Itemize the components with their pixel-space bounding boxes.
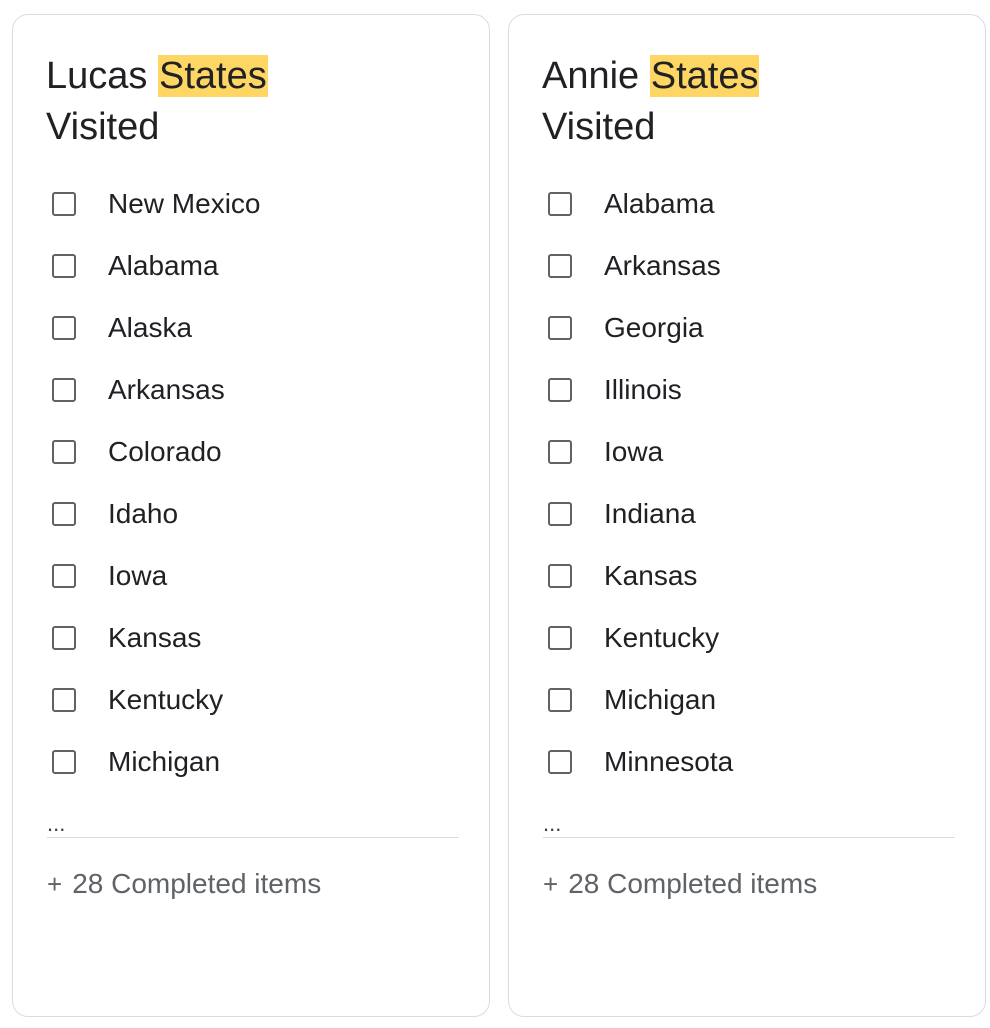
item-text[interactable]: Idaho — [108, 498, 178, 530]
note-title: Lucas States Visited — [46, 51, 446, 153]
item-text[interactable]: Georgia — [604, 312, 704, 344]
checkbox-unchecked-icon[interactable] — [52, 626, 76, 650]
checkbox-unchecked-icon[interactable] — [52, 440, 76, 464]
plus-icon: + — [47, 868, 63, 899]
checklist: New Mexico Alabama Alaska Arkansas Color… — [47, 173, 467, 793]
item-text[interactable]: Iowa — [108, 560, 167, 592]
note-card-annie[interactable]: Annie States Visited Alabama Arkansas Geo… — [508, 14, 986, 1017]
completed-items-toggle[interactable]: + 28 Completed items — [47, 868, 321, 900]
item-text[interactable]: Kansas — [604, 560, 697, 592]
completed-items-label: 28 Completed items — [72, 868, 322, 899]
item-text[interactable]: Colorado — [108, 436, 222, 468]
checkbox-unchecked-icon[interactable] — [52, 316, 76, 340]
checkbox-unchecked-icon[interactable] — [52, 750, 76, 774]
list-item: Indiana — [543, 483, 963, 545]
item-text[interactable]: Michigan — [604, 684, 716, 716]
checkbox-unchecked-icon[interactable] — [548, 254, 572, 278]
item-text[interactable]: Indiana — [604, 498, 696, 530]
list-item: Minnesota — [543, 731, 963, 793]
item-text[interactable]: Michigan — [108, 746, 220, 778]
title-name: Lucas — [46, 55, 158, 97]
item-text[interactable]: Arkansas — [604, 250, 721, 282]
note-title: Annie States Visited — [542, 51, 942, 153]
more-items-ellipsis: ... — [47, 811, 66, 836]
more-items-ellipsis: ... — [543, 811, 562, 836]
list-item: Kansas — [47, 607, 467, 669]
list-item: New Mexico — [47, 173, 467, 235]
completed-items-toggle[interactable]: + 28 Completed items — [543, 868, 817, 900]
notes-board: Lucas States Visited New Mexico Alabama A… — [0, 0, 990, 1028]
completed-items-label: 28 Completed items — [568, 868, 818, 899]
list-item: Arkansas — [47, 359, 467, 421]
list-item: Michigan — [47, 731, 467, 793]
list-item: Alabama — [543, 173, 963, 235]
list-item: Iowa — [543, 421, 963, 483]
checkbox-unchecked-icon[interactable] — [548, 750, 572, 774]
list-item: Michigan — [543, 669, 963, 731]
item-text[interactable]: Alabama — [108, 250, 219, 282]
divider — [47, 837, 459, 838]
item-text[interactable]: Kentucky — [108, 684, 223, 716]
item-text[interactable]: Minnesota — [604, 746, 733, 778]
checkbox-unchecked-icon[interactable] — [548, 626, 572, 650]
title-rest: Visited — [542, 106, 656, 148]
checkbox-unchecked-icon[interactable] — [52, 254, 76, 278]
item-text[interactable]: Iowa — [604, 436, 663, 468]
title-name: Annie — [542, 55, 650, 97]
list-item: Iowa — [47, 545, 467, 607]
plus-icon: + — [543, 868, 559, 899]
list-item: Colorado — [47, 421, 467, 483]
checkbox-unchecked-icon[interactable] — [52, 564, 76, 588]
checkbox-unchecked-icon[interactable] — [548, 688, 572, 712]
list-item: Arkansas — [543, 235, 963, 297]
item-text[interactable]: Kentucky — [604, 622, 719, 654]
item-text[interactable]: Alaska — [108, 312, 192, 344]
list-item: Georgia — [543, 297, 963, 359]
checkbox-unchecked-icon[interactable] — [52, 688, 76, 712]
checkbox-unchecked-icon[interactable] — [548, 192, 572, 216]
checkbox-unchecked-icon[interactable] — [52, 192, 76, 216]
checkbox-unchecked-icon[interactable] — [52, 378, 76, 402]
title-rest: Visited — [46, 106, 160, 148]
list-item: Alabama — [47, 235, 467, 297]
checkbox-unchecked-icon[interactable] — [548, 440, 572, 464]
item-text[interactable]: Illinois — [604, 374, 682, 406]
list-item: Kansas — [543, 545, 963, 607]
checklist: Alabama Arkansas Georgia Illinois Iowa I… — [543, 173, 963, 793]
item-text[interactable]: Alabama — [604, 188, 715, 220]
title-highlight: States — [649, 55, 760, 97]
checkbox-unchecked-icon[interactable] — [548, 564, 572, 588]
item-text[interactable]: Kansas — [108, 622, 201, 654]
divider — [543, 837, 955, 838]
list-item: Illinois — [543, 359, 963, 421]
list-item: Alaska — [47, 297, 467, 359]
checkbox-unchecked-icon[interactable] — [548, 316, 572, 340]
item-text[interactable]: New Mexico — [108, 188, 260, 220]
list-item: Kentucky — [543, 607, 963, 669]
checkbox-unchecked-icon[interactable] — [52, 502, 76, 526]
item-text[interactable]: Arkansas — [108, 374, 225, 406]
list-item: Idaho — [47, 483, 467, 545]
note-card-lucas[interactable]: Lucas States Visited New Mexico Alabama A… — [12, 14, 490, 1017]
checkbox-unchecked-icon[interactable] — [548, 378, 572, 402]
list-item: Kentucky — [47, 669, 467, 731]
checkbox-unchecked-icon[interactable] — [548, 502, 572, 526]
title-highlight: States — [157, 55, 268, 97]
